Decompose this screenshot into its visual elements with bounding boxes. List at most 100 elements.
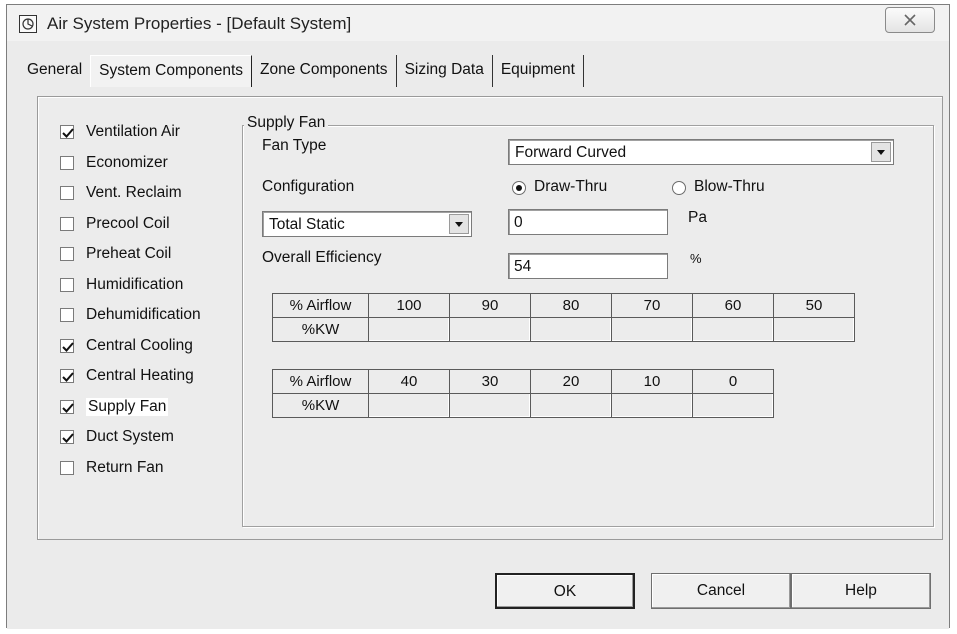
- airflow-cell: 60: [692, 293, 774, 318]
- kw-cell[interactable]: [530, 393, 612, 418]
- kw-cell[interactable]: [449, 317, 531, 342]
- tab-sizing-data[interactable]: Sizing Data: [397, 55, 493, 87]
- component-ventilation-air[interactable]: Ventilation Air: [60, 117, 201, 148]
- static-type-dropdown[interactable]: Total Static: [262, 211, 472, 237]
- efficiency-unit: %: [690, 251, 702, 266]
- kw-cell[interactable]: [368, 393, 450, 418]
- airflow-cell: 40: [368, 369, 450, 394]
- label-preheat-coil: Preheat Coil: [86, 245, 172, 263]
- airflow-row-label: % Airflow: [272, 369, 369, 394]
- kw-row-label: %KW: [272, 393, 369, 418]
- supply-fan-group-title: Supply Fan: [244, 114, 329, 132]
- tab-equipment[interactable]: Equipment: [493, 55, 584, 87]
- airflow-row-label: % Airflow: [272, 293, 369, 318]
- overall-efficiency-label: Overall Efficiency: [262, 249, 382, 266]
- component-humidification[interactable]: Humidification: [60, 270, 201, 301]
- overall-efficiency-input[interactable]: 54: [508, 253, 668, 279]
- airflow-cell: 30: [449, 369, 531, 394]
- help-button[interactable]: Help: [791, 573, 931, 609]
- component-duct-system[interactable]: Duct System: [60, 422, 201, 453]
- kw-row: %KW: [272, 393, 774, 418]
- label-precool-coil: Precool Coil: [86, 214, 170, 232]
- radio-selected-dot: [516, 185, 522, 191]
- kw-cell[interactable]: [773, 317, 855, 342]
- checkbox-preheat-coil[interactable]: [60, 247, 74, 262]
- static-pressure-input[interactable]: 0: [508, 209, 668, 235]
- checkbox-central-heating[interactable]: [60, 369, 74, 384]
- tab-zone-components[interactable]: Zone Components: [252, 55, 397, 87]
- component-central-cooling[interactable]: Central Cooling: [60, 331, 201, 362]
- kw-row-label: %KW: [272, 317, 369, 342]
- components-checklist: Ventilation Air Economizer Vent. Reclaim…: [60, 117, 201, 483]
- tab-strip: General System Components Zone Component…: [19, 55, 584, 87]
- checkbox-vent-reclaim[interactable]: [60, 186, 74, 201]
- airflow-cell: 0: [692, 369, 774, 394]
- label-return-fan: Return Fan: [86, 458, 164, 476]
- dropdown-arrow-icon[interactable]: [449, 214, 469, 234]
- checkbox-return-fan[interactable]: [60, 460, 74, 475]
- kw-cell[interactable]: [449, 393, 531, 418]
- cancel-button[interactable]: Cancel: [651, 573, 791, 609]
- kw-cell[interactable]: [692, 317, 774, 342]
- label-central-cooling: Central Cooling: [86, 336, 193, 354]
- checkbox-ventilation-air[interactable]: [60, 125, 74, 140]
- airflow-row: % Airflow 100 90 80 70 60 50: [272, 293, 855, 318]
- blow-thru-label[interactable]: Blow-Thru: [694, 178, 765, 196]
- kw-cell[interactable]: [368, 317, 450, 342]
- draw-thru-label[interactable]: Draw-Thru: [534, 178, 607, 196]
- label-supply-fan: Supply Fan: [86, 397, 169, 416]
- fan-type-dropdown[interactable]: Forward Curved: [508, 139, 894, 165]
- tab-system-components[interactable]: System Components: [90, 55, 253, 87]
- label-duct-system: Duct System: [86, 428, 174, 446]
- static-type-value: Total Static: [269, 216, 345, 233]
- checkbox-dehumidification[interactable]: [60, 308, 74, 323]
- kw-cell[interactable]: [611, 393, 693, 418]
- label-dehumidification: Dehumidification: [86, 306, 201, 324]
- title-bar: Air System Properties - [Default System]: [7, 5, 949, 41]
- component-central-heating[interactable]: Central Heating: [60, 361, 201, 392]
- checkbox-central-cooling[interactable]: [60, 338, 74, 353]
- airflow-cell: 10: [611, 369, 693, 394]
- close-icon: [902, 14, 918, 30]
- label-vent-reclaim: Vent. Reclaim: [86, 184, 182, 202]
- airflow-table-2: % Airflow 40 30 20 10 0 %KW: [272, 369, 774, 418]
- app-icon: [19, 15, 37, 33]
- system-components-panel: Ventilation Air Economizer Vent. Reclaim…: [37, 96, 943, 540]
- airflow-cell: 70: [611, 293, 693, 318]
- label-humidification: Humidification: [86, 275, 184, 293]
- component-return-fan[interactable]: Return Fan: [60, 453, 201, 484]
- airflow-cell: 90: [449, 293, 531, 318]
- window-title: Air System Properties - [Default System]: [47, 14, 352, 33]
- label-central-heating: Central Heating: [86, 367, 194, 385]
- tab-general[interactable]: General: [19, 55, 90, 87]
- close-button[interactable]: [885, 7, 935, 33]
- air-system-properties-window: Air System Properties - [Default System]…: [6, 4, 950, 629]
- checkbox-duct-system[interactable]: [60, 430, 74, 445]
- component-supply-fan[interactable]: Supply Fan: [60, 392, 201, 423]
- configuration-label: Configuration: [262, 178, 355, 195]
- fan-type-label: Fan Type: [262, 137, 327, 154]
- airflow-cell: 20: [530, 369, 612, 394]
- ok-button[interactable]: OK: [495, 573, 635, 609]
- airflow-cell: 80: [530, 293, 612, 318]
- kw-cell[interactable]: [611, 317, 693, 342]
- kw-row: %KW: [272, 317, 855, 342]
- label-economizer: Economizer: [86, 153, 168, 171]
- dropdown-arrow-icon[interactable]: [871, 142, 891, 162]
- component-economizer[interactable]: Economizer: [60, 148, 201, 179]
- component-preheat-coil[interactable]: Preheat Coil: [60, 239, 201, 270]
- checkbox-supply-fan[interactable]: [60, 399, 74, 414]
- kw-cell[interactable]: [692, 393, 774, 418]
- airflow-cell: 100: [368, 293, 450, 318]
- checkbox-precool-coil[interactable]: [60, 216, 74, 231]
- fan-type-value: Forward Curved: [515, 144, 627, 161]
- airflow-row: % Airflow 40 30 20 10 0: [272, 369, 774, 394]
- checkbox-humidification[interactable]: [60, 277, 74, 292]
- component-precool-coil[interactable]: Precool Coil: [60, 209, 201, 240]
- kw-cell[interactable]: [530, 317, 612, 342]
- component-vent-reclaim[interactable]: Vent. Reclaim: [60, 178, 201, 209]
- checkbox-economizer[interactable]: [60, 155, 74, 170]
- draw-thru-radio[interactable]: [512, 181, 526, 195]
- blow-thru-radio[interactable]: [672, 181, 686, 195]
- component-dehumidification[interactable]: Dehumidification: [60, 300, 201, 331]
